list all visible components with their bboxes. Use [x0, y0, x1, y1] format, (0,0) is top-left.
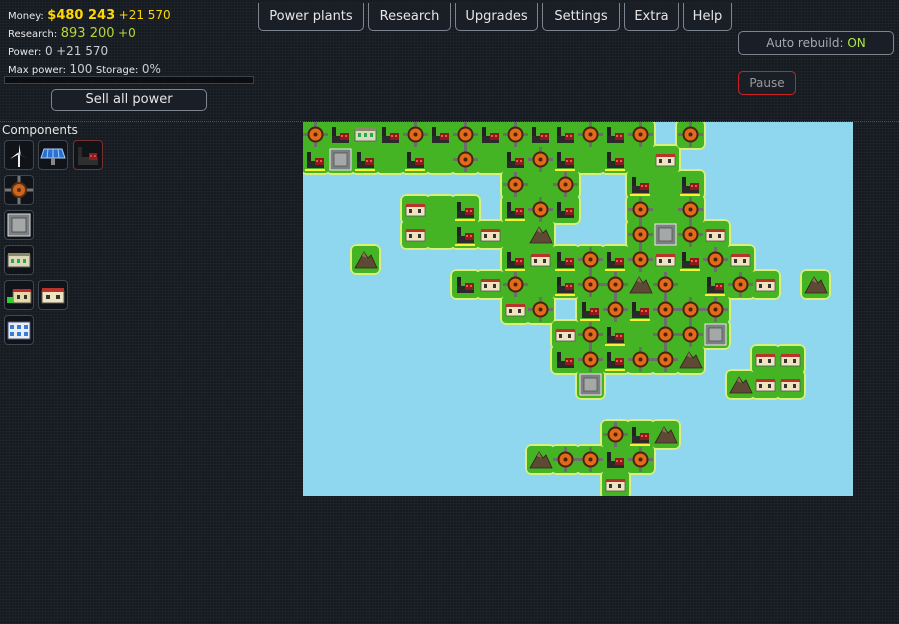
- tab-extra[interactable]: Extra: [624, 3, 679, 31]
- upgraded-office-icon: [7, 289, 32, 304]
- house-tile[interactable]: [480, 279, 501, 292]
- power-office-tile[interactable]: [354, 128, 377, 142]
- sell-all-power-button[interactable]: Sell all power: [51, 89, 207, 111]
- auto-rebuild-toggle[interactable]: Auto rebuild: ON: [738, 31, 894, 55]
- solar-panel-slot[interactable]: [38, 140, 68, 170]
- power-delta: +21 570: [56, 44, 109, 58]
- money-row: Money: $480 243 +21 570: [8, 7, 171, 25]
- heat-exchanger-slot[interactable]: [4, 175, 34, 205]
- auto-rebuild-state: ON: [847, 36, 866, 50]
- tab-upgrades[interactable]: Upgrades: [455, 3, 538, 31]
- solar-panel-icon: [40, 148, 66, 165]
- upgraded-office-slot[interactable]: [4, 280, 34, 310]
- house-tile[interactable]: [780, 379, 801, 392]
- house-tile[interactable]: [530, 254, 551, 267]
- house-icon: [41, 288, 65, 304]
- storage-bar: [4, 76, 254, 84]
- game-map[interactable]: [303, 122, 853, 496]
- research-value: 893 200: [60, 26, 115, 41]
- house-tile[interactable]: [730, 254, 751, 267]
- battery-tile[interactable]: [579, 373, 602, 396]
- research-center-slot[interactable]: [4, 315, 34, 345]
- battery-tile[interactable]: [329, 148, 352, 171]
- money-delta: +21 570: [118, 8, 171, 22]
- research-row: Research: 893 200 +0: [8, 25, 171, 43]
- house-slot[interactable]: [38, 280, 68, 310]
- battery-tile[interactable]: [654, 223, 677, 246]
- wind-turbine-icon: [10, 144, 28, 167]
- house-tile[interactable]: [405, 229, 426, 242]
- coal-plant-slot[interactable]: [73, 140, 103, 170]
- battery-slot[interactable]: [4, 210, 34, 240]
- max-power-value: 100: [69, 62, 93, 76]
- battery-tile[interactable]: [704, 323, 727, 346]
- max-power-label: Max power:: [8, 65, 66, 76]
- house-tile[interactable]: [755, 279, 776, 292]
- research-label: Research:: [8, 29, 58, 40]
- money-value: $480 243: [47, 8, 116, 23]
- power-row: Power: 0 +21 570: [8, 43, 171, 61]
- power-office-slot[interactable]: [4, 245, 34, 275]
- house-tile[interactable]: [405, 204, 426, 217]
- battery-icon: [7, 213, 31, 237]
- stats-panel: Money: $480 243 +21 570 Research: 893 20…: [8, 7, 171, 79]
- house-tile[interactable]: [605, 479, 626, 492]
- wind-turbine-slot[interactable]: [4, 140, 34, 170]
- components-title: Components: [2, 123, 78, 137]
- heat-exchanger-icon: [5, 176, 33, 204]
- pause-button[interactable]: Pause: [738, 71, 796, 95]
- power-label: Power:: [8, 47, 42, 58]
- tab-research[interactable]: Research: [368, 3, 451, 31]
- tab-settings[interactable]: Settings: [542, 3, 620, 31]
- house-tile[interactable]: [755, 379, 776, 392]
- tab-help[interactable]: Help: [683, 3, 732, 31]
- research-center-icon: [7, 321, 31, 340]
- power-value: 0: [44, 44, 53, 58]
- money-label: Money:: [8, 11, 44, 22]
- house-tile[interactable]: [480, 229, 501, 242]
- house-tile[interactable]: [505, 304, 526, 317]
- auto-rebuild-label: Auto rebuild:: [766, 36, 844, 50]
- house-tile[interactable]: [655, 254, 676, 267]
- house-tile[interactable]: [780, 354, 801, 367]
- house-tile[interactable]: [655, 154, 676, 167]
- research-delta: +0: [118, 26, 136, 40]
- coal-plant-icon: [78, 147, 98, 165]
- power-office-icon: [7, 253, 31, 268]
- house-tile[interactable]: [705, 229, 726, 242]
- house-tile[interactable]: [755, 354, 776, 367]
- house-tile[interactable]: [555, 329, 576, 342]
- storage-value: 0%: [141, 62, 161, 76]
- tab-power-plants[interactable]: Power plants: [258, 3, 364, 31]
- storage-label: Storage:: [95, 65, 139, 76]
